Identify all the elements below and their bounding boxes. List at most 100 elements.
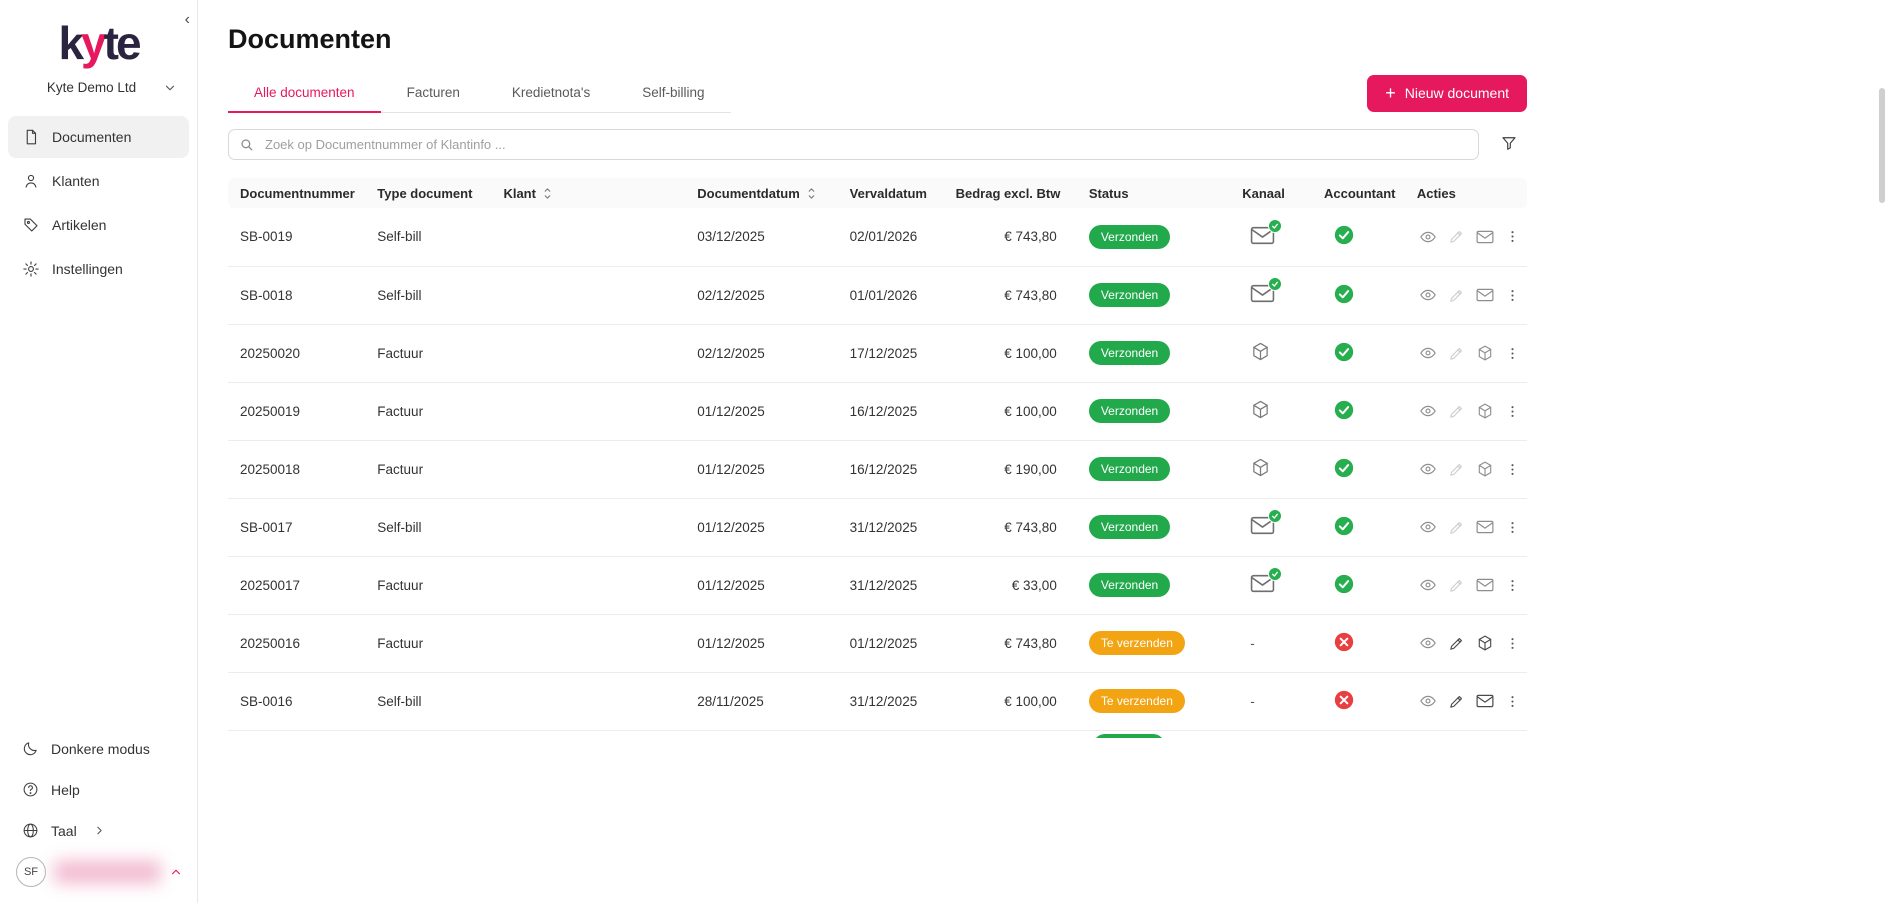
cell-kanaal: -: [1234, 324, 1316, 382]
cell-bedrag: € 743,80: [948, 614, 1081, 672]
sidebar-item-artikelen[interactable]: Artikelen: [8, 204, 189, 246]
search-input[interactable]: [263, 136, 1468, 153]
more-actions-button[interactable]: [1503, 517, 1522, 538]
more-actions-button[interactable]: [1503, 226, 1522, 247]
cell-klant: [495, 556, 689, 614]
more-actions-button[interactable]: [1503, 691, 1522, 712]
no-channel-dash: -: [1250, 694, 1255, 709]
cell-vervaldatum: 31/12/2025: [842, 556, 948, 614]
cell-kanaal: -: [1234, 440, 1316, 498]
sidebar-item-documenten[interactable]: Documenten: [8, 116, 189, 158]
view-button[interactable]: [1417, 458, 1439, 480]
send-mail-button[interactable]: [1474, 227, 1496, 247]
send-mail-button[interactable]: [1474, 285, 1496, 305]
send-peppol-button[interactable]: [1474, 458, 1496, 480]
edit-button[interactable]: [1446, 226, 1467, 247]
table-row[interactable]: SB-0018 Self-bill 02/12/2025 01/01/2026 …: [228, 266, 1527, 324]
document-icon: [22, 128, 40, 146]
more-actions-button[interactable]: [1503, 575, 1522, 596]
scrollbar-thumb[interactable]: [1879, 88, 1885, 203]
language-icon: [22, 822, 39, 839]
send-mail-button[interactable]: [1474, 691, 1496, 711]
sort-icon[interactable]: [806, 187, 817, 200]
cell-documentdatum: 01/12/2025: [689, 614, 841, 672]
view-button[interactable]: [1417, 400, 1439, 422]
send-mail-button[interactable]: [1474, 575, 1496, 595]
table-row[interactable]: 20250019 Factuur 01/12/2025 16/12/2025 €…: [228, 382, 1527, 440]
more-actions-button[interactable]: [1503, 633, 1522, 654]
company-selector[interactable]: Kyte Demo Ltd: [0, 80, 197, 95]
view-button[interactable]: [1417, 226, 1439, 248]
view-button[interactable]: [1417, 342, 1439, 364]
sidebar-nav: Documenten Klanten Artikelen Instellinge…: [0, 115, 197, 291]
tab-facturen[interactable]: Facturen: [381, 73, 486, 112]
edit-button[interactable]: [1446, 517, 1467, 538]
new-document-button[interactable]: + Nieuw document: [1367, 75, 1527, 112]
help-button[interactable]: Help: [8, 770, 189, 809]
sidebar-collapse-button[interactable]: ‹: [181, 10, 194, 30]
table-row[interactable]: 20250020 Factuur 02/12/2025 17/12/2025 €…: [228, 324, 1527, 382]
table-header: Documentnummer Type document Klant Docum…: [228, 178, 1527, 208]
view-button[interactable]: [1417, 632, 1439, 654]
edit-button[interactable]: [1446, 633, 1467, 654]
view-button[interactable]: [1417, 284, 1439, 306]
col-klant[interactable]: Klant: [495, 178, 689, 208]
filter-button[interactable]: [1491, 129, 1527, 160]
table-row[interactable]: SB-0019 Self-bill 03/12/2025 02/01/2026 …: [228, 208, 1527, 266]
tab-alle-documenten[interactable]: Alle documenten: [228, 73, 381, 112]
table-row[interactable]: 20250018 Factuur 01/12/2025 16/12/2025 €…: [228, 440, 1527, 498]
tabs-row: Alle documenten Facturen Kredietnota's S…: [228, 73, 1527, 113]
mail-sent-icon: [1250, 225, 1277, 247]
edit-button[interactable]: [1446, 343, 1467, 364]
tab-self-billing[interactable]: Self-billing: [616, 73, 730, 112]
sort-icon[interactable]: [542, 187, 553, 200]
language-selector[interactable]: Taal: [8, 811, 189, 850]
view-button[interactable]: [1417, 574, 1439, 596]
sidebar-item-instellingen[interactable]: Instellingen: [8, 248, 189, 290]
cell-documentnummer: SB-0019: [228, 208, 369, 266]
send-peppol-button[interactable]: [1474, 400, 1496, 422]
edit-button[interactable]: [1446, 401, 1467, 422]
edit-button[interactable]: [1446, 575, 1467, 596]
cell-status: Verzonden: [1081, 556, 1234, 614]
cell-bedrag: € 743,80: [948, 208, 1081, 266]
documents-table: Documentnummer Type document Klant Docum…: [228, 178, 1527, 731]
search-icon: [239, 137, 254, 152]
check-badge-icon: [1268, 567, 1282, 581]
table-row[interactable]: 20250017 Factuur 01/12/2025 31/12/2025 €…: [228, 556, 1527, 614]
send-mail-button[interactable]: [1474, 517, 1496, 537]
sidebar: ‹ kyte Kyte Demo Ltd Documenten Klanten: [0, 0, 198, 903]
col-type-document: Type document: [369, 178, 495, 208]
cell-type-document: Factuur: [369, 382, 495, 440]
dark-mode-toggle[interactable]: Donkere modus: [8, 729, 189, 768]
table-row[interactable]: SB-0017 Self-bill 01/12/2025 31/12/2025 …: [228, 498, 1527, 556]
view-button[interactable]: [1417, 516, 1439, 538]
peppol-network-icon: [1250, 457, 1271, 478]
more-actions-button[interactable]: [1503, 459, 1522, 480]
cell-status: Verzonden: [1081, 440, 1234, 498]
more-actions-button[interactable]: [1503, 285, 1522, 306]
cell-status: Verzonden: [1081, 382, 1234, 440]
partial-next-row: [228, 731, 1527, 738]
status-badge: Verzonden: [1089, 573, 1170, 597]
table-row[interactable]: 20250016 Factuur 01/12/2025 01/12/2025 €…: [228, 614, 1527, 672]
user-profile[interactable]: SF: [0, 851, 197, 903]
table-row[interactable]: SB-0016 Self-bill 28/11/2025 31/12/2025 …: [228, 672, 1527, 730]
edit-button[interactable]: [1446, 691, 1467, 712]
cell-documentdatum: 02/12/2025: [689, 324, 841, 382]
edit-button[interactable]: [1446, 285, 1467, 306]
cell-documentdatum: 01/12/2025: [689, 382, 841, 440]
send-peppol-button[interactable]: [1474, 632, 1496, 654]
sidebar-item-klanten[interactable]: Klanten: [8, 160, 189, 202]
sidebar-item-label: Artikelen: [52, 217, 106, 233]
view-button[interactable]: [1417, 690, 1439, 712]
more-actions-button[interactable]: [1503, 401, 1522, 422]
more-actions-button[interactable]: [1503, 343, 1522, 364]
tab-kredietnotas[interactable]: Kredietnota's: [486, 73, 616, 112]
cell-acties: [1409, 614, 1527, 672]
cell-acties: [1409, 382, 1527, 440]
send-peppol-button[interactable]: [1474, 342, 1496, 364]
edit-button[interactable]: [1446, 459, 1467, 480]
col-documentdatum[interactable]: Documentdatum: [689, 178, 841, 208]
avatar: SF: [16, 857, 46, 887]
